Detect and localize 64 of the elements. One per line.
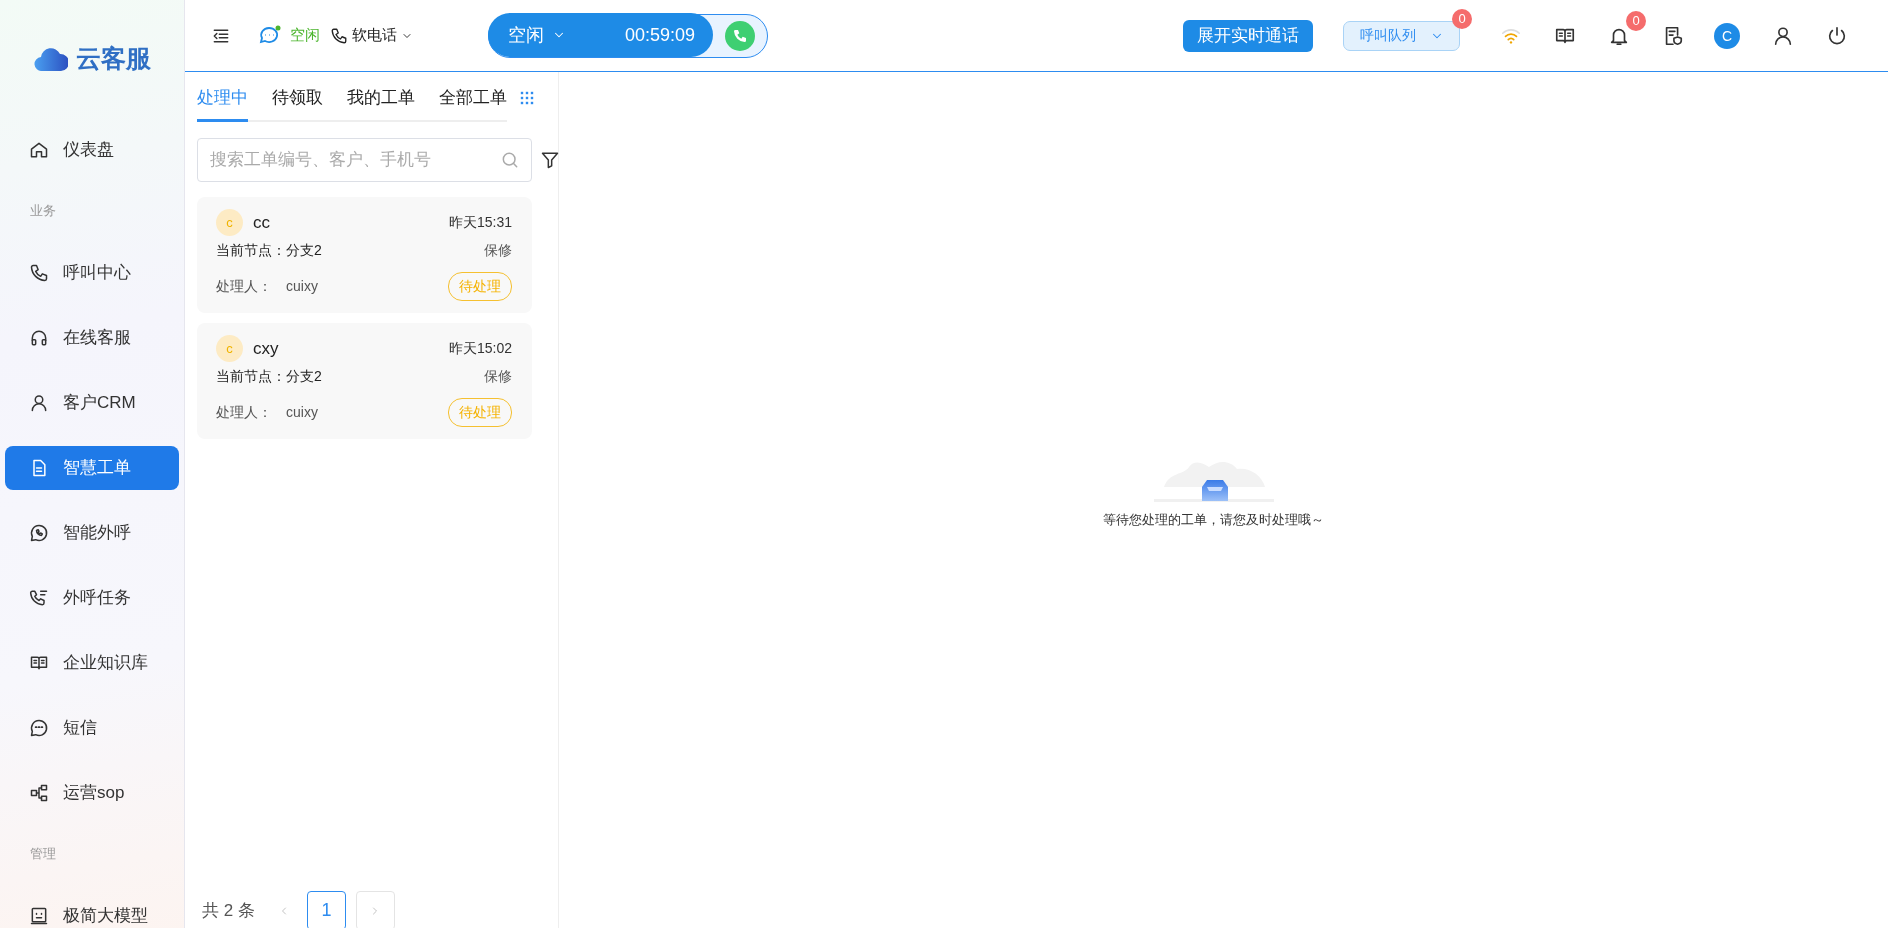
status-tag: 待处理 [448,272,512,301]
cloud-logo-icon [33,46,68,71]
expand-call-button[interactable]: 展开实时通话 [1183,19,1313,52]
ticket-tab[interactable]: 待领取 [272,78,323,122]
grid-dots-icon [519,90,535,106]
ticket-tab[interactable]: 我的工单 [347,78,415,122]
handler-label: 处理人： [216,403,272,422]
nav-section-label: 业务 [30,202,56,220]
ticket-time: 昨天15:31 [448,213,512,232]
count-badge: 0 [1626,10,1646,31]
phone-icon [732,27,748,44]
phone-icon [330,26,348,45]
ticket-type: 保修 [484,368,512,386]
nav-item[interactable]: 客户CRM [5,380,179,425]
presence-status: 空闲 [290,26,320,45]
nav-item[interactable]: 极简大模型 [5,893,179,928]
flow-icon [29,782,49,803]
nav-item[interactable]: 短信 [5,705,179,750]
customer-name: cxy [253,338,279,359]
profile-button[interactable] [1772,24,1794,47]
status-tag: 待处理 [448,398,512,427]
ticket-tab[interactable]: 处理中 [197,78,248,122]
phone-mode-dropdown[interactable]: 软电话 [330,26,413,45]
avatar: c [216,335,243,362]
nav-item[interactable]: 智能外呼 [5,510,179,555]
customer-name: cc [253,212,270,233]
nav-item[interactable]: 在线客服 [5,315,179,360]
nav-item[interactable]: 呼叫中心 [5,250,179,295]
power-icon [1826,24,1848,47]
nav-item[interactable]: 智慧工单 [5,445,179,490]
empty-message: 等待您处理的工单，请您及时处理哦～ [1103,511,1324,529]
ticket-tab[interactable]: 全部工单 [439,78,507,122]
nav-section-label: 管理 [30,845,56,863]
robot-face-icon [29,905,49,926]
nav-item[interactable]: 运营sop [5,770,179,815]
user-icon [29,392,49,413]
power-button[interactable] [1826,24,1848,47]
call-timer: 00:59:09 [624,24,695,46]
ticket-card[interactable]: c cxy 昨天15:02 当前节点：分支2 保修 处理人： cuixy 待处理 [197,323,532,439]
brand-name: 云客服 [75,43,151,74]
nav-item[interactable]: 外呼任务 [5,575,179,620]
user-icon [1772,24,1794,47]
filter-icon [540,150,560,170]
handler-name: cuixy [286,403,318,422]
current-node-label: 当前节点：分支2 [216,368,322,386]
ticket-type: 保修 [484,242,512,260]
page-button[interactable]: 1 [306,891,346,928]
phone-icon [29,262,49,283]
current-node-label: 当前节点：分支2 [216,242,322,260]
avatar: c [216,209,243,236]
agent-status-dropdown[interactable]: 空闲 [508,23,566,47]
total-count: 共 2 条 [202,900,255,922]
nav-item[interactable]: 仪表盘 [5,127,179,172]
sms-icon [29,717,49,738]
handler-label: 处理人： [216,277,272,296]
search-field[interactable]: 搜索工单编号、客户、手机号 [197,138,532,182]
nav-item[interactable]: 企业知识库 [5,640,179,685]
ticket-card[interactable]: c cc 昨天15:31 当前节点：分支2 保修 处理人： cuixy 待处理 [197,197,532,313]
search-icon [500,150,520,170]
chat-phone-icon [29,522,49,543]
avatar[interactable]: C [1714,22,1740,49]
ticket-time: 昨天15:02 [448,339,512,358]
count-badge: 0 [1452,8,1472,29]
handler-name: cuixy [286,277,318,296]
